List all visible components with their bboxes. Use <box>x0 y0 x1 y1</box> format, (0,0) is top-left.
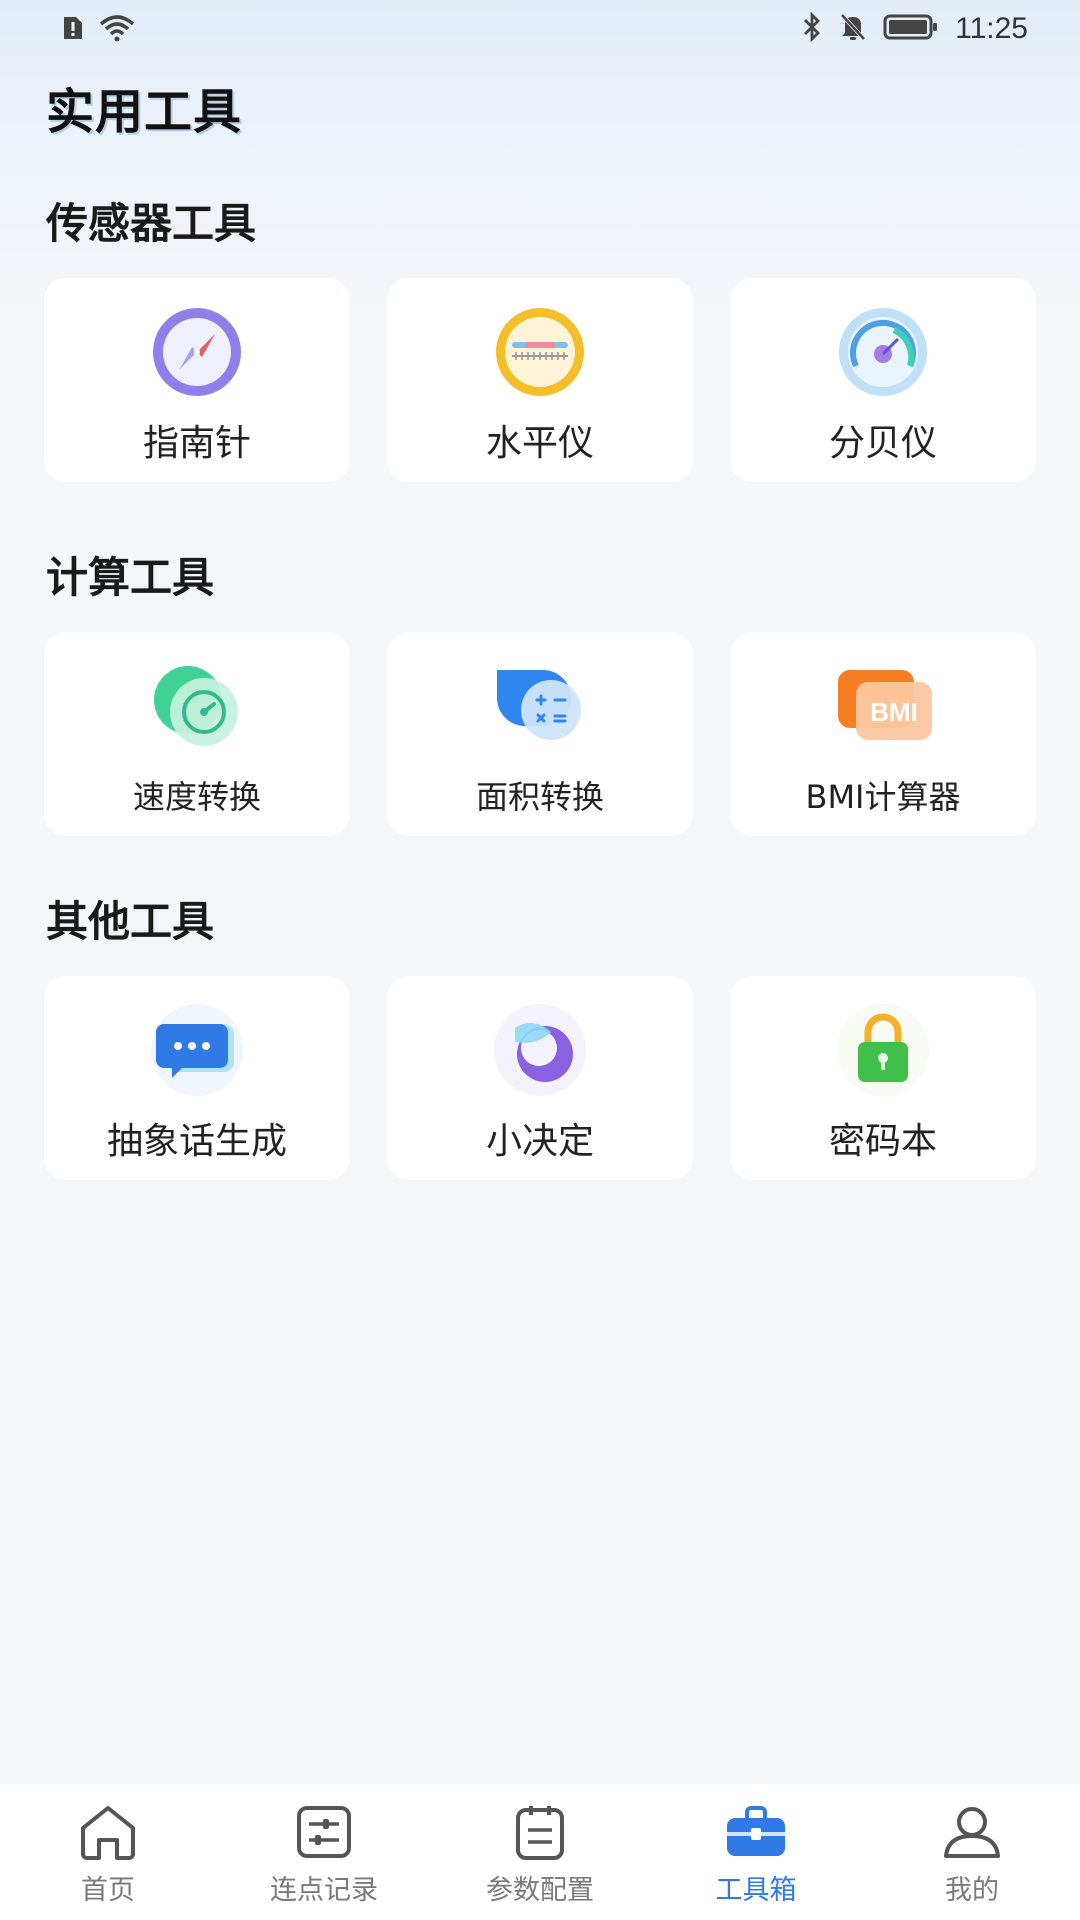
chat-bubble-icon <box>142 1002 252 1098</box>
user-icon <box>939 1802 1005 1862</box>
other-tools-grid: 抽象话生成 小决定 密码本 <box>44 976 1036 1180</box>
section-title-other: 其他工具 <box>46 897 215 946</box>
bmi-icon: BMI <box>828 658 938 754</box>
tab-param-config[interactable]: 参数配置 <box>432 1784 648 1920</box>
tab-toolbox[interactable]: 工具箱 <box>648 1784 864 1920</box>
battery-icon <box>883 13 939 45</box>
clipboard-icon <box>507 1802 573 1862</box>
bluetooth-icon <box>801 11 823 46</box>
tool-label: 抽象话生成 <box>106 1121 287 1162</box>
page-title: 实用工具 <box>46 84 243 140</box>
mute-bell-icon <box>839 12 867 46</box>
tool-label: 指南针 <box>142 423 251 464</box>
tool-label: 小决定 <box>485 1121 594 1162</box>
tool-card-abstract-talk[interactable]: 抽象话生成 <box>44 976 350 1180</box>
calc-tools-grid: 速度转换 面积转换 BMI BMI计算器 <box>44 632 1036 836</box>
section-title-sensor: 传感器工具 <box>46 199 257 248</box>
tool-card-speed[interactable]: 速度转换 <box>44 632 350 836</box>
status-time: 11:25 <box>955 12 1028 45</box>
moon-disc-icon <box>485 1002 595 1098</box>
toolbox-icon <box>723 1802 789 1862</box>
decibel-meter-icon <box>828 304 938 400</box>
wifi-icon <box>98 14 136 46</box>
home-icon <box>75 1802 141 1862</box>
tool-label: BMI计算器 <box>805 778 961 816</box>
compass-icon <box>142 304 252 400</box>
tool-label: 密码本 <box>828 1121 937 1162</box>
calculator-icon <box>485 658 595 754</box>
level-icon <box>485 304 595 400</box>
tab-click-records[interactable]: 连点记录 <box>216 1784 432 1920</box>
section-title-calc: 计算工具 <box>46 553 215 602</box>
tool-label: 分贝仪 <box>828 423 937 464</box>
tab-label: 参数配置 <box>486 1875 594 1906</box>
tool-label: 面积转换 <box>475 778 604 816</box>
sensor-tools-grid: 指南针 水平仪 分贝仪 <box>44 278 1036 482</box>
tool-card-area[interactable]: 面积转换 <box>387 632 693 836</box>
tool-card-compass[interactable]: 指南针 <box>44 278 350 482</box>
tool-card-level[interactable]: 水平仪 <box>387 278 693 482</box>
tool-card-decibel[interactable]: 分贝仪 <box>730 278 1036 482</box>
tool-card-bmi[interactable]: BMI BMI计算器 <box>730 632 1036 836</box>
sim-alert-icon <box>62 15 84 45</box>
tool-card-small-decision[interactable]: 小决定 <box>387 976 693 1180</box>
tab-label: 工具箱 <box>715 1875 797 1906</box>
speedometer-icon <box>142 658 252 754</box>
status-bar: 11:25 <box>0 0 1080 58</box>
tab-label: 连点记录 <box>270 1875 378 1906</box>
tab-label: 我的 <box>945 1875 999 1906</box>
tab-mine[interactable]: 我的 <box>864 1784 1080 1920</box>
sliders-icon <box>291 1802 357 1862</box>
bmi-icon-text: BMI <box>870 697 918 727</box>
tab-home[interactable]: 首页 <box>0 1784 216 1920</box>
tool-card-password-book[interactable]: 密码本 <box>730 976 1036 1180</box>
tool-label: 水平仪 <box>485 423 594 464</box>
lock-icon <box>828 1002 938 1098</box>
tool-label: 速度转换 <box>132 778 261 816</box>
bottom-tab-bar: 首页 连点记录 参数配置 工具箱 我的 <box>0 1784 1080 1920</box>
tab-label: 首页 <box>81 1875 135 1906</box>
